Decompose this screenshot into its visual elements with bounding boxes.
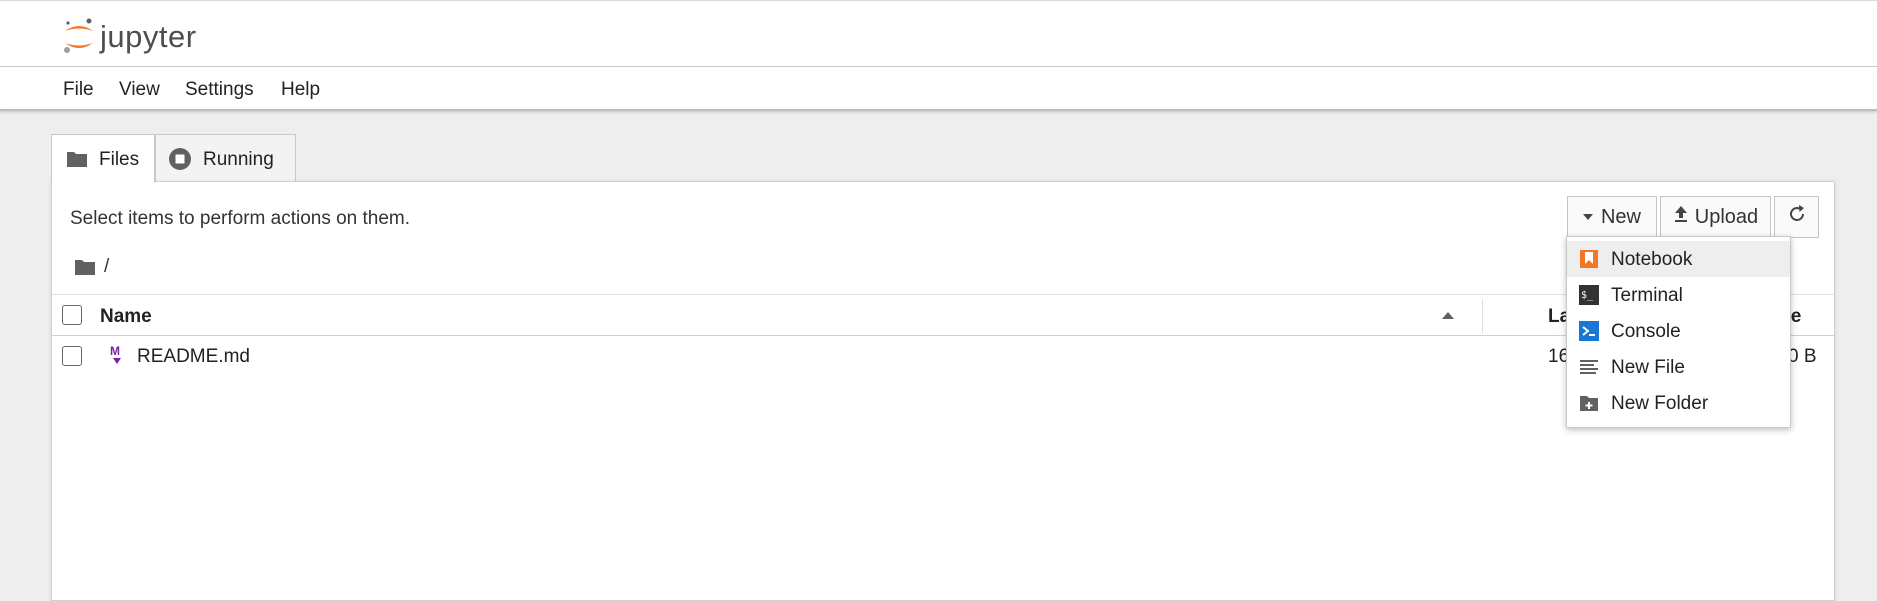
menu-view[interactable]: View: [119, 79, 160, 101]
tab-files[interactable]: Files: [51, 134, 155, 183]
new-menu-notebook[interactable]: Notebook: [1567, 241, 1790, 277]
breadcrumb-path[interactable]: /: [104, 256, 109, 278]
logo-text: jupyter: [100, 19, 197, 54]
upload-icon: [1673, 205, 1689, 229]
new-menu-console-label: Console: [1611, 321, 1681, 342]
markdown-icon: M: [108, 344, 126, 373]
select-all-checkbox[interactable]: [62, 305, 82, 325]
terminal-icon: $_: [1579, 285, 1599, 305]
upload-button[interactable]: Upload: [1660, 196, 1771, 238]
new-menu-new-folder[interactable]: New Folder: [1567, 385, 1790, 421]
new-menu-new-file-label: New File: [1611, 357, 1685, 378]
svg-text:$_: $_: [1581, 290, 1594, 301]
breadcrumb: /: [74, 256, 109, 278]
refresh-icon: [1787, 204, 1807, 230]
new-button[interactable]: New: [1567, 196, 1657, 238]
new-menu-terminal-label: Terminal: [1611, 285, 1683, 306]
top-bar: jupyter: [0, 0, 1877, 67]
new-menu-new-file[interactable]: New File: [1567, 349, 1790, 385]
svg-text:M: M: [110, 344, 120, 358]
sort-ascending-icon[interactable]: [1442, 312, 1454, 319]
tab-running-label: Running: [203, 149, 274, 170]
jupyter-logo-icon: [62, 17, 96, 57]
file-size: 0 B: [1788, 346, 1817, 367]
notebook-icon: [1579, 249, 1599, 269]
menu-help[interactable]: Help: [281, 79, 320, 101]
new-menu-notebook-label: Notebook: [1611, 249, 1693, 270]
row-checkbox[interactable]: [62, 346, 82, 366]
menu-settings[interactable]: Settings: [185, 79, 254, 101]
new-menu-terminal[interactable]: $_ Terminal: [1567, 277, 1790, 313]
column-header-name[interactable]: Name: [100, 306, 152, 328]
new-menu-new-folder-label: New Folder: [1611, 393, 1709, 414]
selection-hint: Select items to perform actions on them.: [70, 208, 411, 229]
tab-files-label: Files: [99, 149, 140, 170]
menu-bar: File View Settings Help: [0, 67, 1877, 111]
upload-button-label: Upload: [1694, 205, 1759, 228]
new-menu-console[interactable]: Console: [1567, 313, 1790, 349]
breadcrumb-folder-icon[interactable]: [74, 258, 96, 276]
folder-icon: [66, 150, 88, 174]
running-icon: [168, 147, 192, 177]
column-divider[interactable]: [1482, 299, 1483, 333]
tab-running[interactable]: Running: [155, 134, 296, 182]
caret-down-icon: [1582, 214, 1593, 220]
text-file-icon: [1579, 357, 1599, 377]
console-icon: [1579, 321, 1599, 341]
file-name[interactable]: README.md: [137, 346, 250, 368]
refresh-button[interactable]: [1774, 196, 1819, 238]
new-folder-icon: [1579, 393, 1599, 413]
jupyter-logo[interactable]: jupyter: [62, 17, 197, 57]
menu-file[interactable]: File: [63, 79, 94, 101]
new-button-label: New: [1600, 205, 1641, 228]
new-dropdown-menu: Notebook $_ Terminal Console New File Ne…: [1566, 236, 1791, 428]
